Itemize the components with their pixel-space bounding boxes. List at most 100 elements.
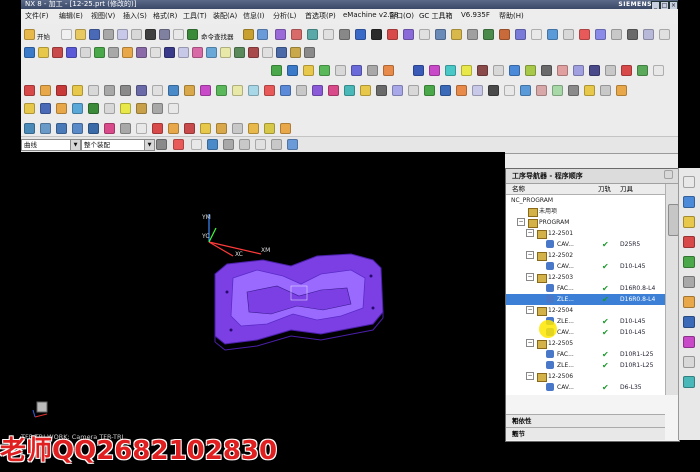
tb4-icon-23[interactable] [376,85,387,96]
filter-icon[interactable] [156,139,167,150]
resource-icon-10[interactable] [683,356,695,368]
tb6-icon-6[interactable] [104,123,115,134]
open-icon[interactable] [75,29,86,40]
tb5-icon-3[interactable] [56,103,67,114]
tb5-icon-8[interactable] [136,103,147,114]
toolbar-icon-b[interactable] [257,29,268,40]
tb4-icon-32[interactable] [520,85,531,96]
tb4-icon-24[interactable] [392,85,403,96]
tb4-icon-35[interactable] [568,85,579,96]
program-group-row[interactable]: − 12-2505 [506,338,665,349]
tb3-icon-6[interactable] [351,65,362,76]
snap-icon-d[interactable] [239,139,250,150]
menu-gc-toolkit[interactable]: GC 工具箱 [419,11,453,21]
tb6-icon-11[interactable] [184,123,195,134]
tb4-icon-15[interactable] [248,85,259,96]
tb2-icon-3[interactable] [52,47,63,58]
menu-tools[interactable]: 工具(T) [183,11,207,21]
tb4-icon-18[interactable] [296,85,307,96]
snap-icon-a[interactable] [191,139,202,150]
snap-icon-e[interactable] [255,139,266,150]
menu-window[interactable]: 窗口(O) [389,11,414,21]
tb6-icon-2[interactable] [40,123,51,134]
cut-icon[interactable] [103,29,114,40]
program-group-row[interactable]: − 12-2506 [506,371,665,382]
toolbar-icon-u[interactable] [563,29,574,40]
menu-analysis[interactable]: 分析(L) [273,11,296,21]
tb3-icon-11[interactable] [445,65,456,76]
start-icon[interactable] [24,29,35,40]
snap-icon-c[interactable] [223,139,234,150]
tb4-icon-37[interactable] [600,85,611,96]
tb3-icon-16[interactable] [525,65,536,76]
operation-row[interactable]: FAC... ✔ D10R1-L25 [506,349,665,360]
tb5-icon-2[interactable] [40,103,51,114]
toolbar-icon-o[interactable] [467,29,478,40]
tb3-icon-13[interactable] [477,65,488,76]
menu-insert[interactable]: 插入(S) [123,11,147,21]
tb2-icon-10[interactable] [150,47,161,58]
tb4-icon-8[interactable] [136,85,147,96]
tb3-icon-2[interactable] [287,65,298,76]
tb3-icon-19[interactable] [573,65,584,76]
tb4-icon-7[interactable] [120,85,131,96]
paste-icon[interactable] [131,29,142,40]
toolbar-icon-w[interactable] [595,29,606,40]
tb2-icon-1[interactable] [24,47,35,58]
command-finder-icon[interactable] [187,29,198,40]
tb6-icon-9[interactable] [152,123,163,134]
menu-v6[interactable]: V6.935F [461,11,490,19]
resource-icon-6[interactable] [683,276,695,288]
toolbar-icon-d[interactable] [291,29,302,40]
resource-icon-7[interactable] [683,296,695,308]
details-section[interactable]: 细节 ▼ [506,427,665,440]
menu-format[interactable]: 格式(R) [153,11,177,21]
tb4-icon-22[interactable] [360,85,371,96]
tb5-icon-9[interactable] [152,103,163,114]
snap-point-icon[interactable] [173,139,184,150]
column-tool[interactable]: 刀具 [620,184,633,194]
tb3-icon-9[interactable] [413,65,424,76]
undo-icon[interactable] [159,29,170,40]
toolbar-icon-a[interactable] [243,29,254,40]
tb3-icon-18[interactable] [557,65,568,76]
operation-row[interactable]: ZLE... ✔ D10R1-L25 [506,360,665,371]
program-group-row[interactable]: 未用项 [506,206,665,217]
tb6-icon-3[interactable] [56,123,67,134]
scope-dropdown[interactable]: 整个装配 ▼ [81,139,155,151]
tb2-icon-6[interactable] [94,47,105,58]
tb3-icon-7[interactable] [367,65,378,76]
column-toolpath[interactable]: 刀轨 [598,184,611,194]
tb3-icon-1[interactable] [271,65,282,76]
tb3-icon-8[interactable] [383,65,394,76]
program-group-row[interactable]: − PROGRAM [506,217,665,228]
tb6-icon-4[interactable] [72,123,83,134]
toolbar-icon-k[interactable] [403,29,414,40]
toolbar-icon-y[interactable] [627,29,638,40]
operation-row[interactable]: CAV... ✔ D10-L45 [506,261,665,272]
tb4-icon-4[interactable] [72,85,83,96]
operation-row[interactable]: CAV... ✔ D10-L45 [506,327,665,338]
resource-icon-11[interactable] [683,376,695,388]
tb4-icon-1[interactable] [24,85,35,96]
tb3-icon-24[interactable] [653,65,664,76]
tb4-icon-36[interactable] [584,85,595,96]
tb5-icon-6[interactable] [104,103,115,114]
toolbar-icon-e[interactable] [307,29,318,40]
tb4-icon-14[interactable] [232,85,243,96]
tb4-icon-16[interactable] [264,85,275,96]
tb4-icon-5[interactable] [88,85,99,96]
tb4-icon-29[interactable] [472,85,483,96]
toolbar-icon-f[interactable] [323,29,334,40]
collapse-toggle-icon[interactable]: − [526,273,534,281]
tb4-icon-2[interactable] [40,85,51,96]
new-icon[interactable] [61,29,72,40]
operation-row[interactable]: ZLE... ✔ D10-L45 [506,316,665,327]
snap-icon-f[interactable] [271,139,282,150]
tb3-icon-20[interactable] [589,65,600,76]
delete-icon[interactable] [145,29,156,40]
tb2-icon-9[interactable] [136,47,147,58]
tb3-icon-4[interactable] [319,65,330,76]
toolbar-icon-aa[interactable] [659,29,670,40]
tb6-icon-17[interactable] [280,123,291,134]
